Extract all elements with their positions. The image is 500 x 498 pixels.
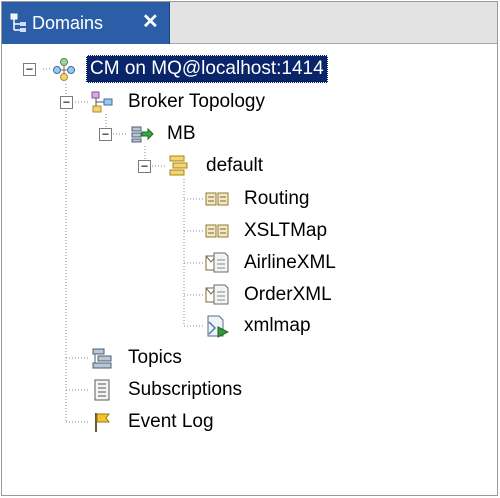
message-flow-icon (205, 192, 229, 206)
tree-node-event-log[interactable]: Event Log (2, 408, 262, 440)
tree-node-label: Event Log (128, 411, 214, 432)
domain-connection-icon (53, 58, 75, 81)
topology-icon (91, 91, 113, 113)
execution-group-icon (169, 155, 188, 176)
subscriptions-icon (94, 379, 110, 401)
tree-node-message-set-orderxml[interactable]: OrderXML (2, 281, 342, 313)
collapse-toggle[interactable]: − (138, 160, 151, 173)
tree-node-flow-xsltmap[interactable]: XSLTMap (2, 217, 342, 249)
mapping-icon (207, 315, 229, 338)
tree-node-broker-topology[interactable]: − Broker Topology (2, 88, 302, 120)
close-icon[interactable]: ✕ (142, 11, 159, 33)
collapse-toggle[interactable]: − (60, 96, 73, 109)
tree-node-label: xmlmap (244, 315, 311, 336)
view-tab-bar: Domains ✕ (2, 2, 497, 44)
tree-node-label: AirlineXML (244, 252, 336, 273)
tree-node-topics[interactable]: Topics (2, 344, 242, 376)
tree-node-label: Topics (128, 347, 182, 368)
tree-node-label: Subscriptions (128, 379, 243, 400)
tree-node-subscriptions[interactable]: Subscriptions (2, 376, 282, 408)
tree-node-broker[interactable]: − MB (2, 120, 222, 152)
tree-node-execution-group[interactable]: − default (2, 152, 302, 184)
tree-node-label: default (206, 155, 264, 176)
topics-icon (92, 348, 112, 369)
collapse-toggle[interactable]: − (99, 128, 112, 141)
domains-tree: − CM on MQ@localhost:1414 − Broker Topol… (2, 44, 497, 495)
domains-view: Domains ✕ − CM on MQ@localhost:1414 − Br… (1, 1, 498, 496)
collapse-toggle[interactable]: − (23, 63, 36, 76)
event-log-icon (95, 413, 110, 432)
tree-node-label: XSLTMap (244, 220, 328, 241)
tree-node-label: Routing (244, 188, 310, 209)
tree-node-label: OrderXML (244, 284, 332, 305)
tree-node-label: MB (167, 123, 196, 144)
message-set-icon (205, 252, 229, 273)
message-set-icon (205, 284, 229, 305)
tree-node-root[interactable]: − CM on MQ@localhost:1414 (2, 54, 382, 86)
tab-domains[interactable]: Domains ✕ (2, 2, 170, 44)
tab-domains-label: Domains (32, 13, 104, 33)
domains-icon (10, 13, 26, 32)
tree-node-mapping-xmlmap[interactable]: xmlmap (2, 312, 342, 344)
tree-node-label: Broker Topology (128, 91, 265, 112)
tree-node-flow-routing[interactable]: Routing (2, 185, 342, 217)
message-flow-icon (205, 224, 229, 238)
tree-node-label: CM on MQ@localhost:1414 (86, 55, 328, 83)
broker-icon (131, 126, 154, 143)
tree-node-message-set-airlinexml[interactable]: AirlineXML (2, 249, 342, 281)
